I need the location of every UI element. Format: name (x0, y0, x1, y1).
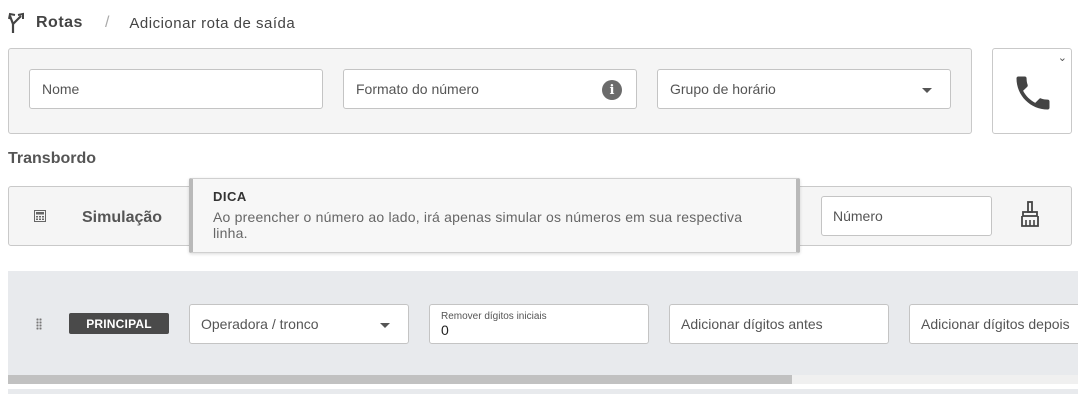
drag-handle-icon[interactable] (36, 318, 42, 330)
next-row-edge (8, 389, 1078, 394)
horizontal-scrollbar[interactable] (8, 375, 1078, 384)
remove-digits-value: 0 (441, 321, 449, 338)
name-input[interactable]: Nome (29, 69, 323, 109)
route-form-panel: Nome Formato do número i Grupo de horári… (8, 48, 972, 134)
info-icon[interactable]: i (602, 80, 622, 100)
schedule-group-select[interactable]: Grupo de horário (657, 69, 951, 109)
simulation-number-placeholder: Número (833, 208, 883, 224)
add-digits-before-placeholder: Adicionar dígitos antes (681, 316, 823, 332)
scrollbar-thumb[interactable] (8, 375, 792, 384)
carrier-trunk-placeholder: Operadora / tronco (201, 316, 319, 332)
breadcrumb-separator: / (104, 14, 110, 31)
overflow-section-title: Transbordo (8, 150, 97, 167)
simulation-number-input[interactable]: Número (821, 196, 992, 236)
route-row: PRINCIPAL Operadora / tronco Remover díg… (8, 271, 1078, 375)
remove-digits-label: Remover dígitos iniciais (441, 310, 547, 322)
tooltip-title: DICA (213, 189, 247, 204)
add-digits-after-input[interactable]: Adicionar dígitos depois (909, 304, 1078, 344)
phone-type-selector[interactable]: ⌄ (992, 48, 1072, 134)
tip-tooltip: DICA Ao preencher o número ao lado, irá … (189, 178, 800, 253)
principal-badge: PRINCIPAL (69, 313, 169, 334)
remove-digits-input[interactable]: Remover dígitos iniciais 0 (429, 304, 649, 344)
number-format-input[interactable]: Formato do número i (343, 69, 637, 109)
dropdown-caret-icon (380, 323, 390, 328)
broom-icon[interactable] (1019, 201, 1041, 229)
breadcrumb: Rotas / Adicionar rota de saída (8, 11, 295, 35)
tooltip-body: Ao preencher o número ao lado, irá apena… (213, 209, 743, 241)
page-title: Adicionar rota de saída (129, 14, 296, 32)
number-format-placeholder: Formato do número (356, 81, 479, 97)
dropdown-caret-icon (922, 88, 932, 93)
calculator-icon (34, 210, 46, 222)
phone-icon (1016, 76, 1050, 110)
simulation-label: Simulação (82, 209, 163, 226)
carrier-trunk-select[interactable]: Operadora / tronco (189, 304, 409, 344)
breadcrumb-root-link[interactable]: Rotas (36, 14, 83, 32)
schedule-group-placeholder: Grupo de horário (670, 81, 776, 97)
route-split-icon (8, 12, 24, 33)
add-digits-after-placeholder: Adicionar dígitos depois (921, 316, 1070, 332)
add-digits-before-input[interactable]: Adicionar dígitos antes (669, 304, 889, 344)
name-input-placeholder: Nome (42, 81, 80, 97)
chevron-down-icon[interactable]: ⌄ (1058, 51, 1067, 64)
